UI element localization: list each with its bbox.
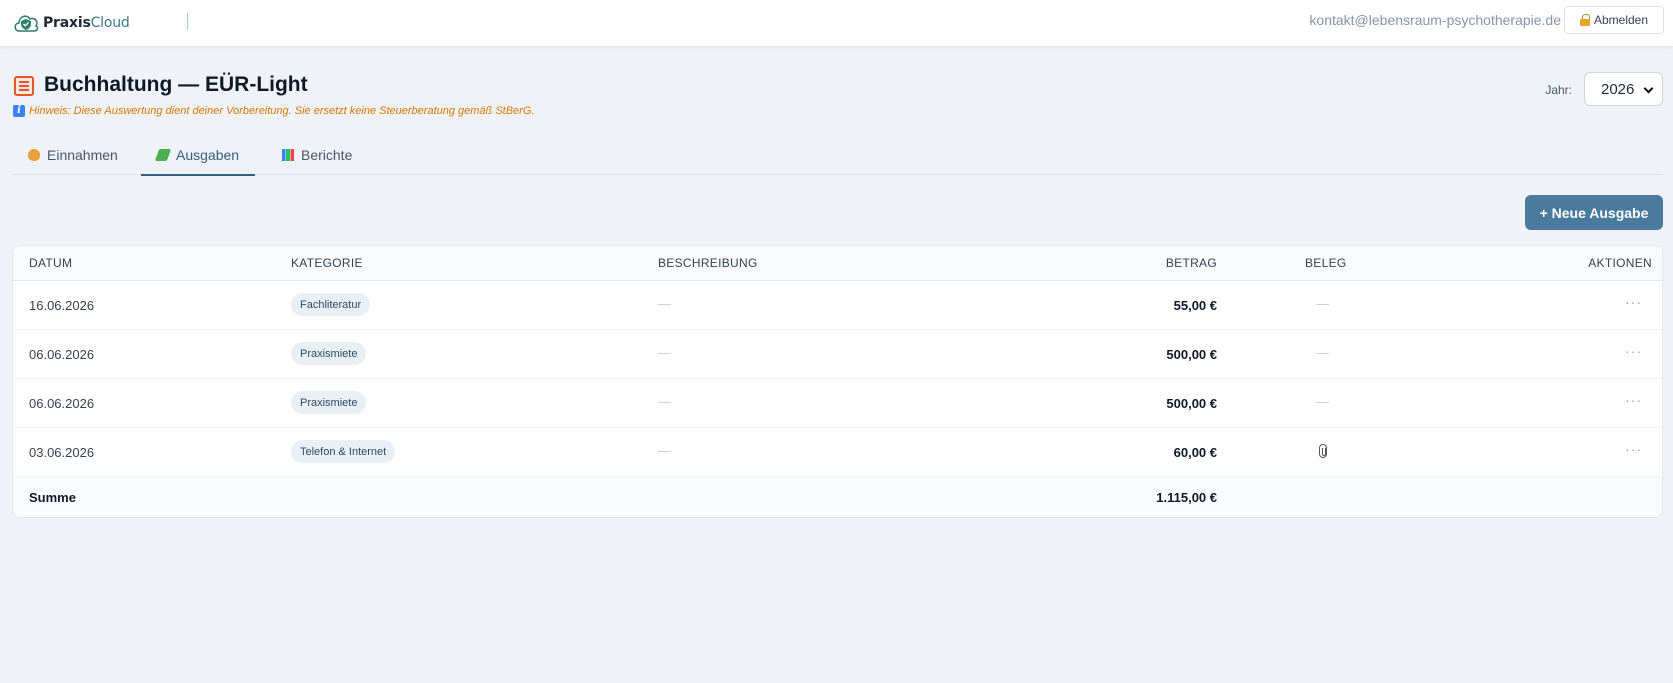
page-title: Buchhaltung — EÜR-Light (44, 73, 308, 96)
new-expense-button[interactable]: + Neue Ausgabe (1525, 195, 1663, 230)
row-description: — (658, 443, 671, 458)
table-row[interactable]: 16.06.2026 Fachliteratur — 55,00 € — ··· (13, 281, 1662, 330)
lock-icon (1579, 14, 1590, 26)
row-date: 06.06.2026 (29, 347, 95, 362)
top-bar: PraxisCloud kontakt@lebensraum-psychothe… (0, 0, 1673, 47)
column-header-receipt[interactable]: BELEG (1305, 256, 1347, 270)
money-bag-icon (28, 149, 40, 161)
row-actions-menu[interactable]: ··· (1625, 441, 1642, 457)
row-description: — (658, 296, 671, 311)
column-header-amount[interactable]: BETRAG (1166, 256, 1217, 270)
app-logo[interactable]: PraxisCloud (12, 8, 130, 38)
paperclip-icon[interactable] (1319, 444, 1327, 458)
year-select[interactable]: 2026 (1584, 72, 1663, 106)
row-date: 03.06.2026 (29, 445, 95, 460)
bar-chart-icon (282, 149, 294, 161)
tab-label: Berichte (301, 147, 353, 163)
table-row[interactable]: 06.06.2026 Praxismiete — 500,00 € — ··· (13, 330, 1662, 379)
column-header-actions: AKTIONEN (1588, 256, 1652, 270)
row-description: — (658, 394, 671, 409)
table-header: DATUM KATEGORIE BESCHREIBUNG BETRAG BELE… (13, 246, 1662, 281)
row-description: — (658, 345, 671, 360)
table-row[interactable]: 03.06.2026 Telefon & Internet — 60,00 € … (13, 428, 1662, 477)
chevron-down-icon (1643, 83, 1654, 94)
tab-label: Ausgaben (176, 146, 240, 163)
sum-amount: 1.115,00 € (1156, 490, 1217, 505)
row-receipt-empty: — (1316, 394, 1329, 409)
row-receipt-empty: — (1316, 345, 1329, 360)
tab-einnahmen[interactable]: Einnahmen (12, 135, 134, 175)
sum-label: Summe (29, 490, 76, 505)
row-amount: 500,00 € (1166, 347, 1217, 362)
row-amount: 60,00 € (1173, 445, 1217, 460)
expenses-table: DATUM KATEGORIE BESCHREIBUNG BETRAG BELE… (12, 245, 1663, 518)
row-actions-menu[interactable]: ··· (1625, 343, 1642, 359)
sum-row: Summe 1.115,00 € (13, 477, 1662, 517)
table-row[interactable]: 06.06.2026 Praxismiete — 500,00 € — ··· (13, 379, 1662, 428)
row-amount: 55,00 € (1173, 298, 1217, 313)
row-amount: 500,00 € (1166, 396, 1217, 411)
row-actions-menu[interactable]: ··· (1625, 392, 1642, 408)
category-badge: Praxismiete (291, 342, 367, 365)
disclaimer-hint: i Hinweis: Diese Auswertung dient deiner… (13, 105, 534, 117)
row-date: 06.06.2026 (29, 396, 95, 411)
row-receipt-empty: — (1316, 296, 1329, 311)
tab-label: Einnahmen (47, 147, 118, 163)
row-date: 16.06.2026 (29, 298, 95, 313)
logo-text: PraxisCloud (43, 15, 130, 31)
header-divider (187, 13, 188, 30)
tab-ausgaben[interactable]: Ausgaben (141, 135, 256, 176)
column-header-category[interactable]: KATEGORIE (291, 256, 363, 270)
category-badge: Fachliteratur (291, 293, 371, 316)
cloud-shield-icon (14, 15, 39, 32)
column-header-date[interactable]: DATUM (29, 256, 72, 270)
logout-button[interactable]: Abmelden (1564, 6, 1664, 34)
logout-label: Abmelden (1593, 13, 1649, 27)
abacus-icon (14, 76, 34, 96)
row-actions-menu[interactable]: ··· (1625, 294, 1642, 310)
column-header-description[interactable]: BESCHREIBUNG (658, 256, 758, 270)
category-badge: Praxismiete (291, 391, 367, 414)
hint-text: Hinweis: Diese Auswertung dient deiner V… (29, 105, 535, 117)
tab-berichte[interactable]: Berichte (266, 135, 368, 175)
year-value: 2026 (1601, 80, 1635, 98)
money-with-wings-icon (154, 148, 172, 161)
user-email: kontakt@lebensraum-psychotherapie.de (1309, 12, 1561, 28)
tab-bar: Einnahmen Ausgaben Berichte (12, 135, 1663, 176)
category-badge: Telefon & Internet (291, 440, 396, 463)
info-icon: i (13, 105, 25, 117)
year-label: Jahr: (1545, 83, 1572, 97)
